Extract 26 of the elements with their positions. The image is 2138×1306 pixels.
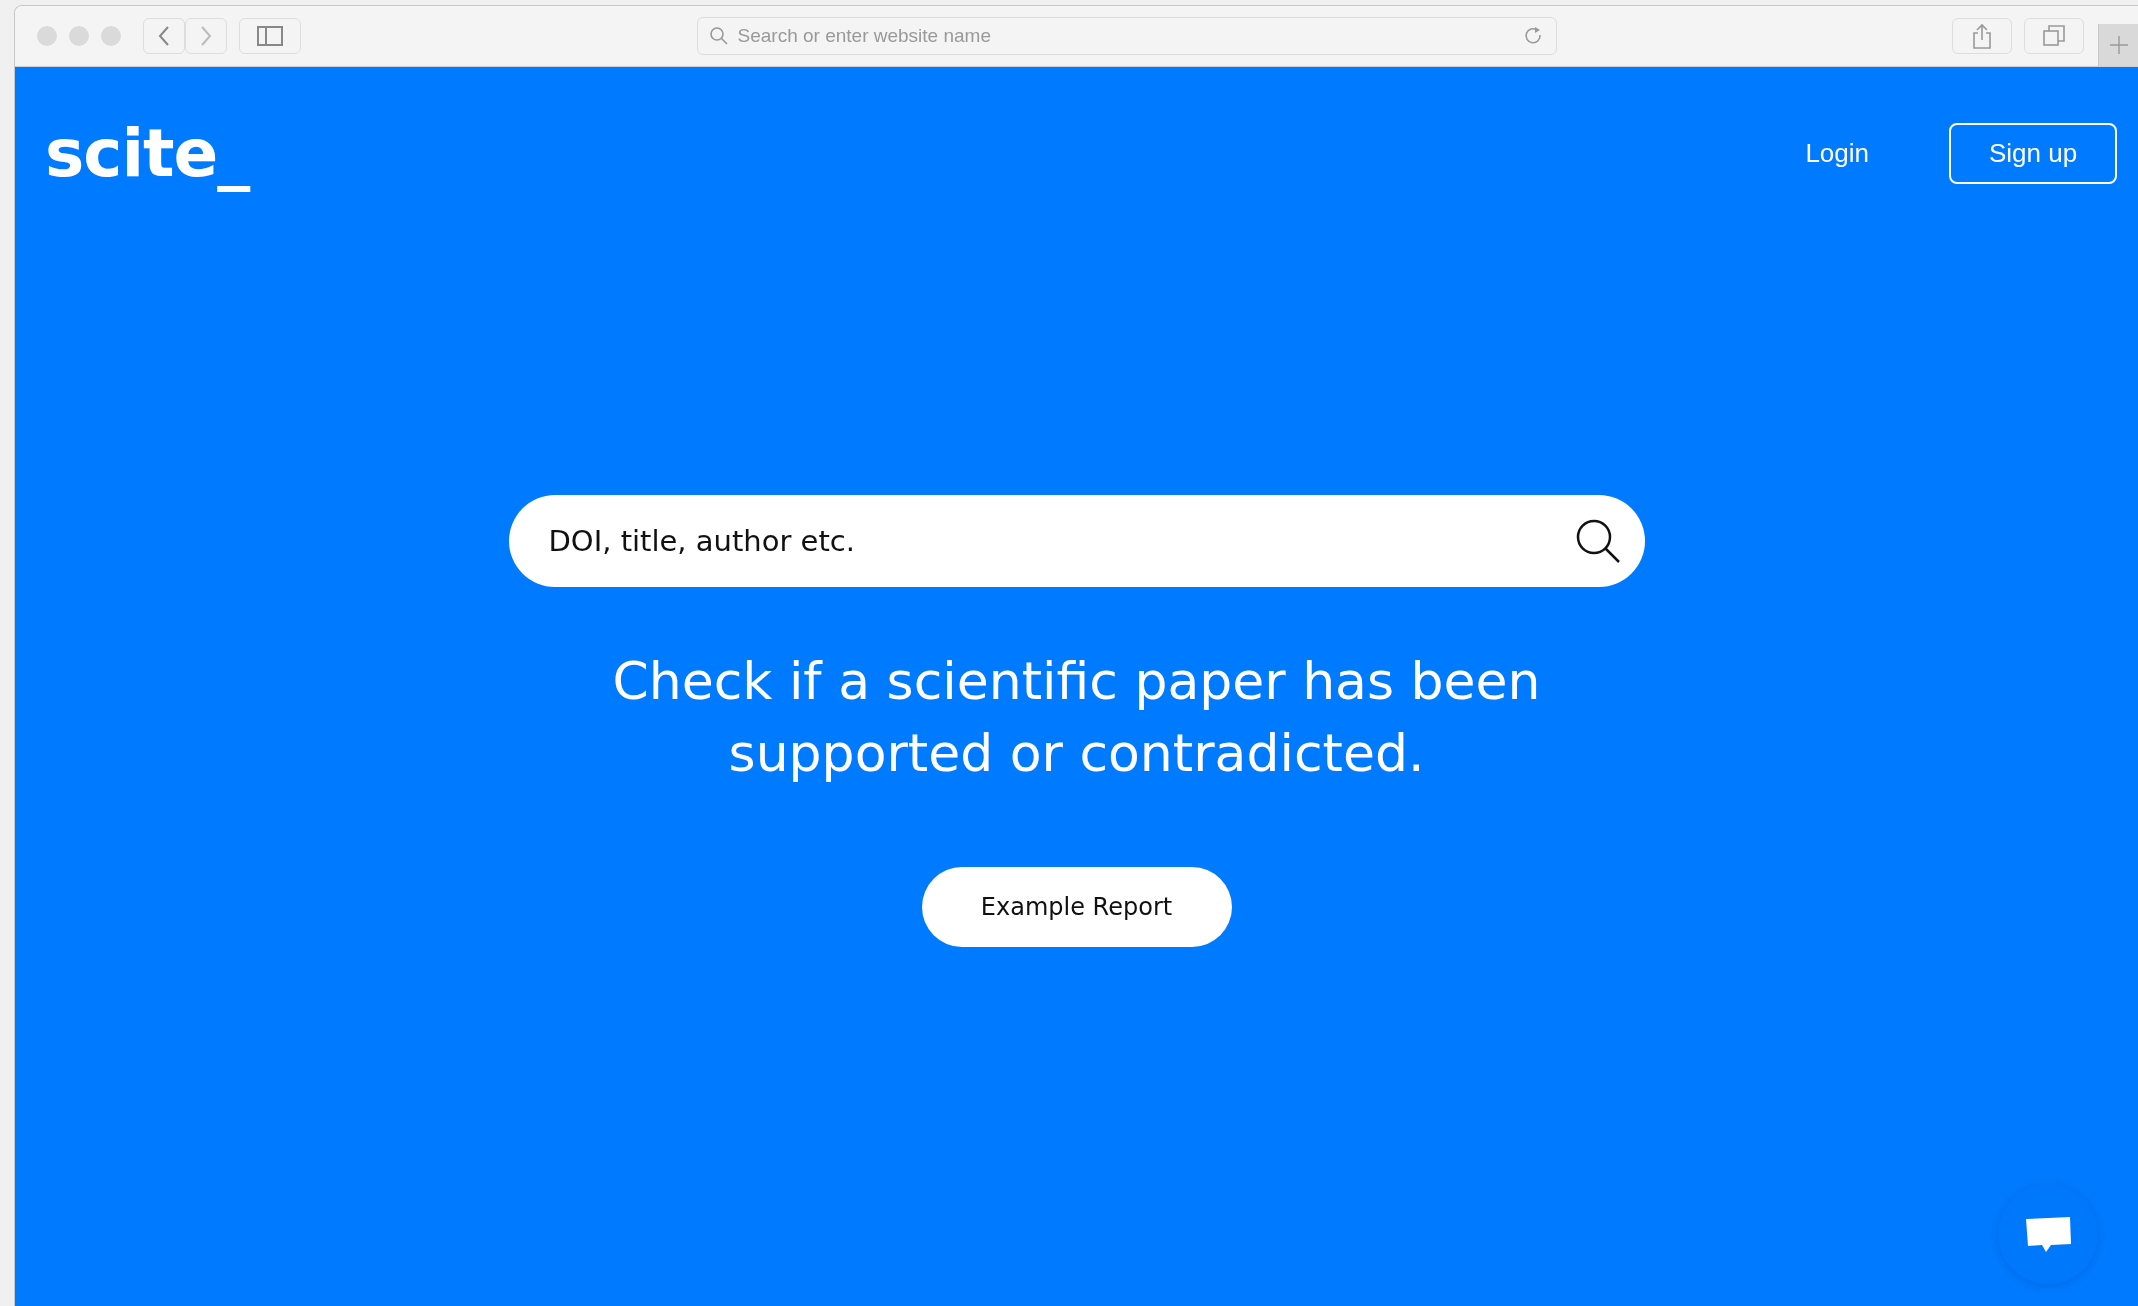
share-icon	[1972, 23, 1992, 49]
logo[interactable]: scite_	[45, 115, 250, 192]
sidebar-button[interactable]	[239, 18, 301, 54]
search-field[interactable]: DOI, title, author etc.	[508, 495, 1645, 587]
example-report-button[interactable]: Example Report	[921, 867, 1232, 947]
login-link[interactable]: Login	[1805, 138, 1869, 169]
search-icon	[709, 27, 728, 45]
address-bar[interactable]: Search or enter website name	[696, 17, 1557, 55]
tabs-icon	[2043, 25, 2065, 47]
forward-button[interactable]	[185, 18, 227, 54]
tabs-button[interactable]	[2024, 18, 2084, 54]
search-icon[interactable]	[1574, 518, 1621, 564]
headline: Check if a scientific paper has been supported or contradicted.	[612, 650, 1541, 785]
plus-icon	[2109, 36, 2128, 54]
back-button[interactable]	[143, 18, 185, 54]
close-window-dot[interactable]	[37, 26, 57, 46]
sidebar-icon	[257, 26, 283, 46]
signup-button[interactable]: Sign up	[1949, 123, 2117, 184]
minimize-window-dot[interactable]	[69, 26, 89, 46]
chevron-left-icon	[157, 25, 171, 47]
share-button[interactable]	[1952, 18, 2012, 54]
new-tab-button[interactable]	[2098, 24, 2138, 66]
zoom-window-dot[interactable]	[101, 26, 121, 46]
address-input[interactable]: Search or enter website name	[735, 24, 1516, 48]
reload-icon[interactable]	[1523, 26, 1544, 46]
chevron-right-icon	[199, 25, 213, 47]
